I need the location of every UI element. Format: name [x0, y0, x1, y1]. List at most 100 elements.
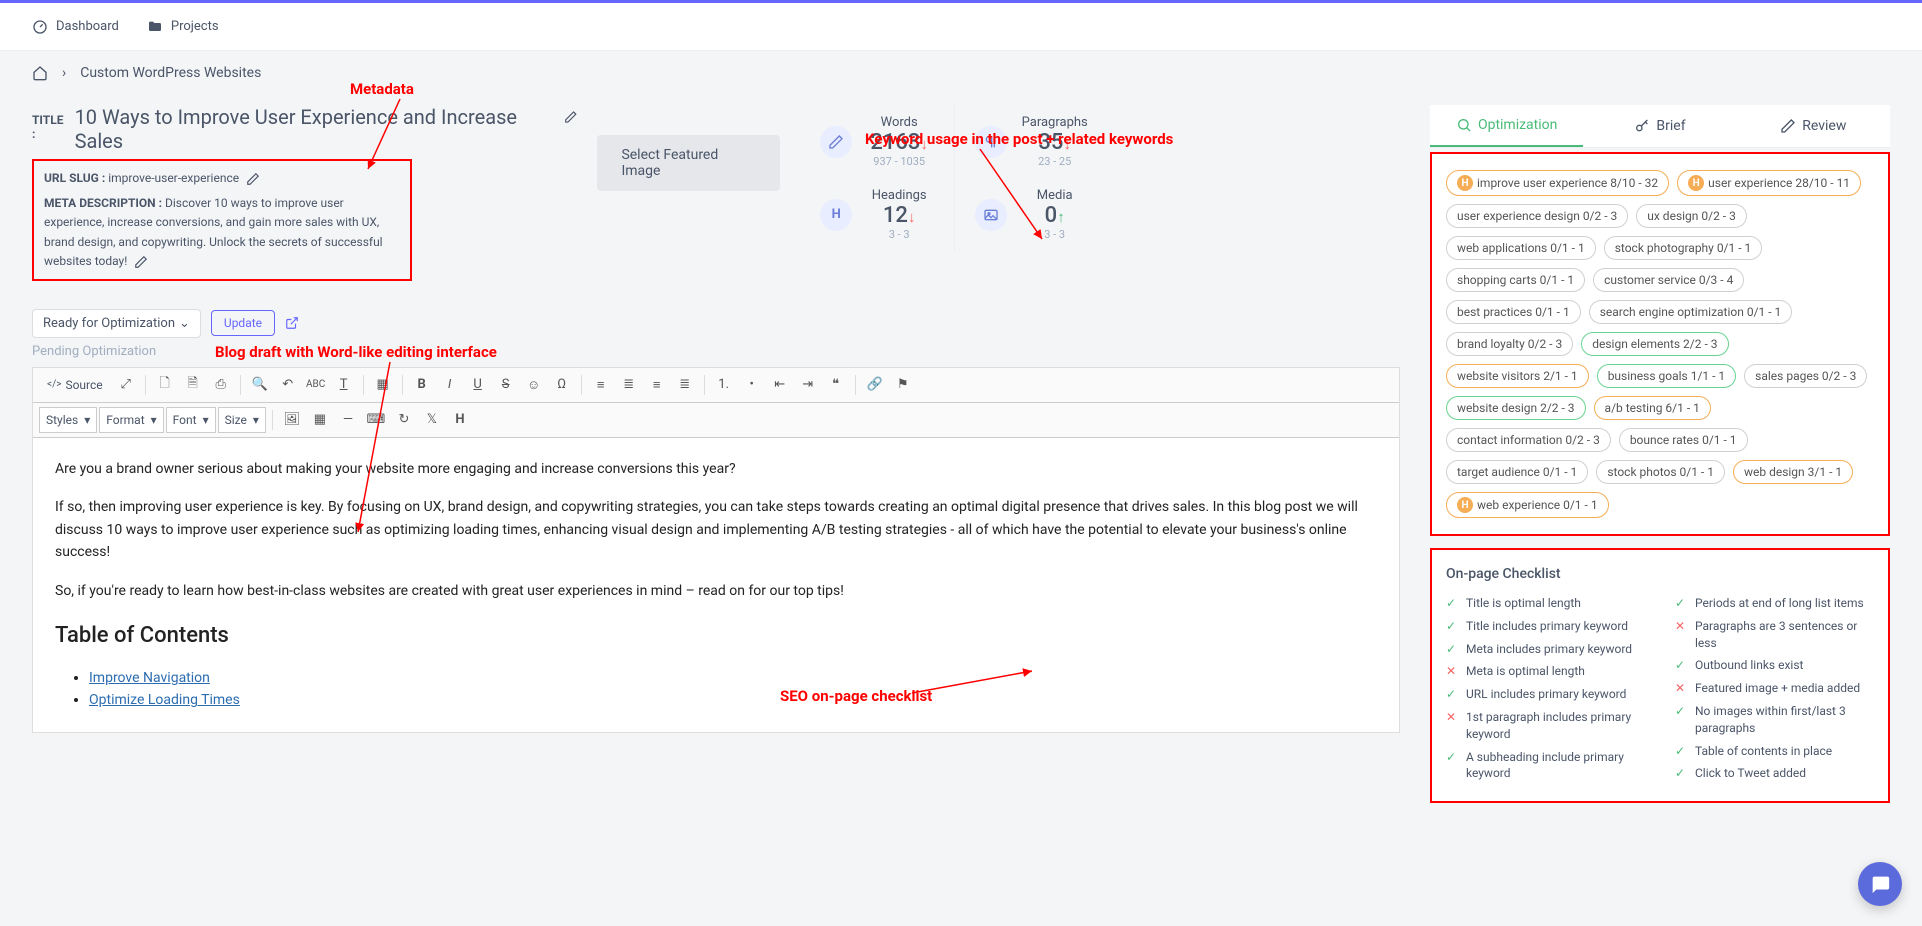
- metadata-box: URL SLUG : improve-user-experience META …: [32, 159, 412, 281]
- list-ul-icon[interactable]: •: [739, 372, 765, 398]
- annotation-keywords: Keyword usage in the post + related keyw…: [865, 130, 1173, 148]
- keyword-pill[interactable]: stock photos 0/1 - 1: [1596, 460, 1725, 484]
- keyword-pill[interactable]: customer service 0/3 - 4: [1593, 268, 1744, 292]
- align-center-icon[interactable]: ≣: [616, 372, 642, 398]
- styles-select[interactable]: Styles ▾: [39, 407, 97, 433]
- source-button[interactable]: </>Source: [39, 372, 111, 398]
- keyword-pill[interactable]: Himprove user experience 8/10 - 32: [1446, 170, 1669, 196]
- keyword-pill[interactable]: brand loyalty 0/2 - 3: [1446, 332, 1573, 356]
- check-icon: ✓: [1446, 749, 1458, 766]
- save-icon[interactable]: 🗎: [180, 372, 206, 398]
- keyword-pill[interactable]: sales pages 0/2 - 3: [1744, 364, 1867, 388]
- update-button[interactable]: Update: [211, 310, 275, 336]
- list-ol-icon[interactable]: 1.: [711, 372, 737, 398]
- omega-icon[interactable]: Ω: [549, 372, 575, 398]
- editor-paragraph: Are you a brand owner serious about maki…: [55, 458, 1377, 480]
- keyword-pill[interactable]: target audience 0/1 - 1: [1446, 460, 1588, 484]
- link-icon[interactable]: 🔗: [862, 372, 888, 398]
- keyword-pill[interactable]: search engine optimization 0/1 - 1: [1589, 300, 1793, 324]
- x-icon: ✕: [1675, 680, 1687, 697]
- tab-brief[interactable]: Brief: [1583, 105, 1736, 147]
- open-new-icon[interactable]: [285, 316, 299, 330]
- checklist-title: On-page Checklist: [1446, 566, 1874, 582]
- flag-icon[interactable]: ⚑: [890, 372, 916, 398]
- annotation-metadata: Metadata: [350, 80, 414, 98]
- check-icon: ✓: [1675, 657, 1687, 674]
- check-icon: ✓: [1446, 686, 1458, 703]
- nav-dashboard[interactable]: Dashboard: [32, 19, 119, 35]
- keyword-pill[interactable]: web applications 0/1 - 1: [1446, 236, 1596, 260]
- underline-icon[interactable]: U: [465, 372, 491, 398]
- keyword-pill[interactable]: bounce rates 0/1 - 1: [1619, 428, 1748, 452]
- keyword-pill[interactable]: a/b testing 6/1 - 1: [1594, 396, 1711, 420]
- chat-bubble[interactable]: [1858, 862, 1902, 906]
- keyword-pill[interactable]: website visitors 2/1 - 1: [1446, 364, 1589, 388]
- quote-icon[interactable]: ❝: [823, 372, 849, 398]
- table-icon[interactable]: ▦: [307, 407, 333, 433]
- zoom-icon[interactable]: 🔍: [247, 372, 273, 398]
- select-featured-image-button[interactable]: Select Featured Image: [597, 135, 780, 191]
- breadcrumb-project[interactable]: Custom WordPress Websites: [80, 65, 261, 81]
- key-icon: [1634, 118, 1650, 134]
- keyword-pill[interactable]: shopping carts 0/1 - 1: [1446, 268, 1585, 292]
- italic-icon[interactable]: I: [437, 372, 463, 398]
- check-icon: ✓: [1446, 618, 1458, 635]
- expand-icon[interactable]: ⤢: [113, 372, 139, 398]
- nav-projects[interactable]: Projects: [147, 19, 219, 35]
- keyword-pill[interactable]: website design 2/2 - 3: [1446, 396, 1586, 420]
- hr-icon[interactable]: —: [335, 407, 361, 433]
- home-icon[interactable]: [32, 65, 48, 81]
- keyword-pill[interactable]: stock photography 0/1 - 1: [1604, 236, 1763, 260]
- checklist-item: ✓Periods at end of long list items: [1675, 592, 1874, 615]
- format-select[interactable]: Format ▾: [99, 407, 163, 433]
- font-select[interactable]: Font ▾: [166, 407, 216, 433]
- toc-link[interactable]: Improve Navigation: [89, 670, 210, 686]
- emoji-icon[interactable]: ☺: [521, 372, 547, 398]
- keyword-pill[interactable]: business goals 1/1 - 1: [1597, 364, 1736, 388]
- status-select[interactable]: Ready for Optimization⌄: [32, 309, 201, 338]
- checklist-item: ✓Meta includes primary keyword: [1446, 638, 1645, 661]
- keyword-pill[interactable]: Hweb experience 0/1 - 1: [1446, 492, 1609, 518]
- code-icon[interactable]: ⌨: [363, 407, 389, 433]
- edit-slug-icon[interactable]: [246, 172, 260, 186]
- keyword-pill[interactable]: design elements 2/2 - 3: [1581, 332, 1728, 356]
- keyword-pill[interactable]: Huser experience 28/10 - 11: [1677, 170, 1861, 196]
- image-icon[interactable]: ▦: [370, 372, 396, 398]
- pencil-icon: [820, 126, 852, 158]
- keyword-pill[interactable]: best practices 0/1 - 1: [1446, 300, 1581, 324]
- indent-icon[interactable]: ⇥: [795, 372, 821, 398]
- checklist-item: ✓Title includes primary keyword: [1446, 615, 1645, 638]
- twitter-icon[interactable]: 𝕏: [419, 407, 445, 433]
- size-select[interactable]: Size ▾: [218, 407, 266, 433]
- print-icon[interactable]: ⎙: [208, 372, 234, 398]
- spellcheck-icon[interactable]: ABC: [303, 372, 329, 398]
- strike-icon[interactable]: S: [493, 372, 519, 398]
- clear-format-icon[interactable]: T: [331, 372, 357, 398]
- tab-optimization[interactable]: Optimization: [1430, 105, 1583, 147]
- toc-link[interactable]: Optimize Loading Times: [89, 692, 240, 708]
- bold-icon[interactable]: B: [409, 372, 435, 398]
- outdent-icon[interactable]: ⇤: [767, 372, 793, 398]
- editor-toolbar-2: Styles ▾ Format ▾ Font ▾ Size ▾ 🖼 ▦ — ⌨ …: [33, 403, 1399, 438]
- keyword-pill[interactable]: user experience design 0/2 - 3: [1446, 204, 1628, 228]
- title-label: TITLE :: [32, 113, 69, 141]
- align-right-icon[interactable]: ≡: [644, 372, 670, 398]
- search-icon: [1456, 117, 1472, 133]
- editor-body[interactable]: Are you a brand owner serious about maki…: [33, 438, 1399, 732]
- edit-title-icon[interactable]: [564, 110, 578, 124]
- heading-btn-icon[interactable]: H: [447, 407, 473, 433]
- keyword-pill[interactable]: web design 3/1 - 1: [1733, 460, 1853, 484]
- keyword-pill[interactable]: contact information 0/2 - 3: [1446, 428, 1611, 452]
- keyword-pill[interactable]: ux design 0/2 - 3: [1636, 204, 1747, 228]
- tab-review[interactable]: Review: [1737, 105, 1890, 147]
- new-doc-icon[interactable]: 🗋: [152, 372, 178, 398]
- checklist-item: ✕Featured image + media added: [1675, 677, 1874, 700]
- align-left-icon[interactable]: ≡: [588, 372, 614, 398]
- refresh-icon[interactable]: ↻: [391, 407, 417, 433]
- undo-icon[interactable]: ↶: [275, 372, 301, 398]
- edit-meta-icon[interactable]: [134, 255, 148, 269]
- align-justify-icon[interactable]: ≣: [672, 372, 698, 398]
- stat-headings: H Headings12↓3 - 3: [800, 178, 955, 251]
- editor-paragraph: If so, then improving user experience is…: [55, 496, 1377, 563]
- insert-image-icon[interactable]: 🖼: [279, 407, 305, 433]
